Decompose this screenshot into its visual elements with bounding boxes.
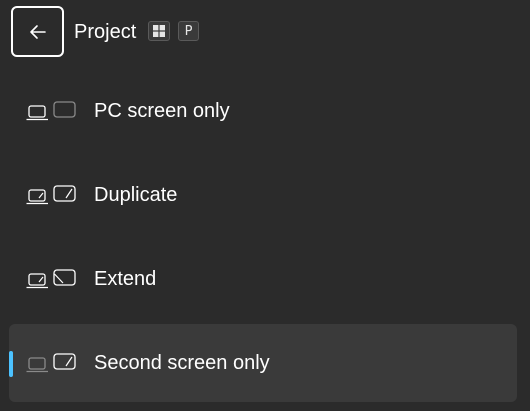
selection-indicator: [9, 351, 13, 377]
option-label: Second screen only: [94, 352, 270, 374]
option-label: Duplicate: [94, 184, 178, 206]
option-label: Extend: [94, 268, 157, 290]
windows-key-badge: [148, 21, 170, 41]
option-extend[interactable]: Extend: [9, 240, 517, 318]
option-pc-screen-only[interactable]: PC screen only: [9, 72, 517, 150]
page-title: Project: [74, 21, 137, 43]
pc-screen-only-icon: [26, 101, 76, 121]
header: Project P: [0, 0, 530, 64]
arrow-left-icon: [29, 24, 46, 39]
p-key-badge: P: [178, 21, 199, 41]
project-flyout: Project P PC screen only Duplicate Exten…: [0, 0, 530, 411]
back-button[interactable]: [11, 6, 64, 57]
duplicate-icon: [26, 185, 76, 205]
second-screen-only-icon: [26, 353, 76, 373]
windows-logo-icon: [153, 25, 165, 37]
option-duplicate[interactable]: Duplicate: [9, 156, 517, 234]
option-label: PC screen only: [94, 100, 230, 122]
option-second-screen-only[interactable]: Second screen only: [9, 324, 517, 402]
extend-icon: [26, 269, 76, 289]
